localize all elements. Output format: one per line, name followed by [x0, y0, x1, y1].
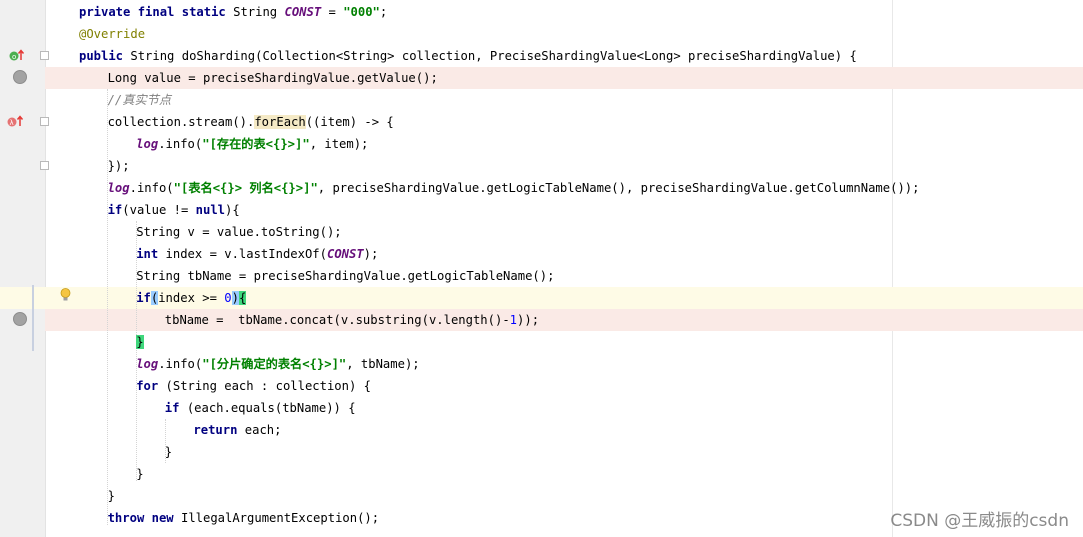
code-token: for [136, 379, 166, 393]
code-token: static [181, 5, 234, 19]
code-line[interactable]: }); [108, 155, 130, 177]
code-token: 0 [224, 291, 232, 305]
code-token: throw [107, 511, 152, 525]
svg-text:o: o [12, 53, 16, 61]
code-token: collection.stream(). [107, 115, 255, 129]
code-line[interactable]: if(index >= 0){ [136, 287, 247, 309]
code-token: log [136, 357, 159, 371]
fold-marker-icon[interactable] [40, 51, 49, 60]
code-line[interactable]: } [136, 463, 143, 485]
fold-marker-icon[interactable] [40, 117, 49, 126]
override-method-icon[interactable]: o [9, 48, 25, 65]
code-line[interactable]: log.info("[表名<{}> 列名<{}>]", preciseShard… [108, 177, 920, 199]
code-line[interactable]: Long value = preciseShardingValue.getVal… [108, 67, 438, 89]
code-token: //真实节点 [107, 93, 172, 107]
code-token: , preciseShardingValue.getLogicTableName… [317, 181, 920, 195]
code-editor[interactable]: private final static String CONST = "000… [0, 0, 1083, 537]
code-token: ; [379, 5, 388, 19]
code-token: "[分片确定的表名<{}>]" [202, 357, 347, 371]
breakpoint-icon[interactable] [13, 312, 27, 326]
code-line[interactable]: String v = value.toString(); [136, 221, 341, 243]
code-token: public [79, 49, 131, 63]
code-token: .info( [129, 181, 174, 195]
code-token: index = v.lastIndexOf( [165, 247, 327, 261]
code-token: (String each : collection) { [165, 379, 371, 393]
code-token: if [107, 203, 123, 217]
code-token: IllegalArgumentException(); [180, 511, 380, 525]
csdn-watermark: CSDN @王威振的csdn [890, 511, 1069, 531]
code-line[interactable]: for (String each : collection) { [136, 375, 371, 397]
code-line[interactable]: collection.stream().forEach((item) -> { [108, 111, 394, 133]
code-token: { [238, 291, 247, 305]
code-token: , tbName); [346, 357, 420, 371]
code-line[interactable]: if(value != null){ [108, 199, 240, 221]
code-line[interactable]: tbName = tbName.concat(v.substring(v.len… [165, 309, 539, 331]
code-line[interactable]: if (each.equals(tbName)) { [165, 397, 356, 419]
code-token: = [321, 5, 344, 19]
code-token: ) [231, 291, 239, 305]
code-line[interactable]: log.info("[分片确定的表名<{}>]", tbName); [136, 353, 419, 375]
code-token: String tbName = preciseShardingValue.get… [136, 269, 555, 283]
code-token: return [193, 423, 245, 437]
code-line[interactable]: log.info("[存在的表<{}>]", item); [136, 133, 368, 155]
code-token: "[存在的表<{}>]" [202, 137, 310, 151]
code-token: forEach [254, 115, 306, 129]
code-token: private [79, 5, 138, 19]
code-token: Long value = preciseShardingValue.getVal… [107, 71, 438, 85]
code-token: } [107, 489, 115, 503]
code-line[interactable]: } [108, 485, 115, 507]
code-token: (each.equals(tbName)) { [186, 401, 356, 415]
code-token: }); [107, 159, 130, 173]
code-line[interactable]: public String doSharding(Collection<Stri… [79, 45, 857, 67]
code-token: } [136, 335, 144, 349]
code-token: } [136, 467, 144, 481]
code-line[interactable]: } [165, 441, 172, 463]
code-line[interactable]: int index = v.lastIndexOf(CONST); [136, 243, 378, 265]
code-token: .info( [158, 357, 203, 371]
code-line[interactable]: @Override [79, 23, 145, 45]
code-token: "000" [343, 5, 380, 19]
code-token: (value != [122, 203, 196, 217]
code-token: } [164, 445, 173, 459]
code-area[interactable]: private final static String CONST = "000… [0, 0, 1083, 537]
code-token: log [136, 137, 159, 151]
code-line[interactable]: throw new IllegalArgumentException(); [108, 507, 380, 529]
code-token: ((item) -> { [305, 115, 394, 129]
svg-text:λ: λ [10, 119, 14, 127]
code-token: CONST [284, 5, 322, 19]
code-line[interactable]: private final static String CONST = "000… [79, 1, 387, 23]
code-token: String doSharding(Collection<String> col… [130, 49, 857, 63]
code-token: String [233, 5, 285, 19]
code-token: 1 [509, 313, 518, 327]
code-line[interactable]: String tbName = preciseShardingValue.get… [136, 265, 554, 287]
code-token: , item); [309, 137, 369, 151]
code-token: tbName = tbName.concat(v.substring(v.len… [164, 313, 510, 327]
code-line[interactable]: //真实节点 [108, 89, 171, 111]
code-token: if [136, 291, 151, 305]
code-token: int [136, 247, 166, 261]
code-token: null [195, 203, 226, 217]
code-token: final [137, 5, 182, 19]
code-token: log [107, 181, 130, 195]
fold-marker-icon[interactable] [40, 161, 49, 170]
code-token: @Override [79, 27, 146, 41]
code-token: String v = value.toString(); [136, 225, 342, 239]
code-token: ); [363, 247, 379, 261]
code-token: "[表名<{}> 列名<{}>]" [173, 181, 318, 195]
code-token: CONST [326, 247, 364, 261]
code-token: )); [517, 313, 540, 327]
breakpoint-icon[interactable] [13, 70, 27, 84]
code-token: each; [244, 423, 282, 437]
code-line[interactable]: return each; [193, 419, 281, 441]
code-line[interactable]: } [136, 331, 144, 353]
intention-bulb-icon[interactable] [60, 287, 71, 301]
lambda-icon[interactable]: λ [7, 114, 25, 131]
code-token: if [164, 401, 187, 415]
code-token: .info( [158, 137, 203, 151]
code-token: ){ [225, 203, 240, 217]
code-token: new [151, 511, 181, 525]
code-token: index >= [158, 291, 225, 305]
